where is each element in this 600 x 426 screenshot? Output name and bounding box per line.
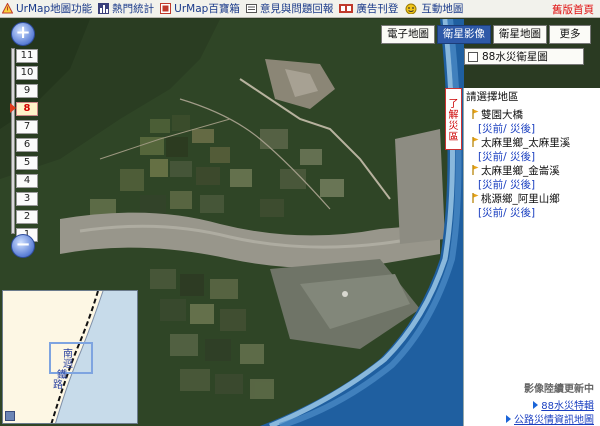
arrow-icon xyxy=(506,415,511,423)
pin-icon xyxy=(472,165,479,175)
after-link[interactable]: 災後 xyxy=(510,179,531,191)
before-link[interactable]: 災前 xyxy=(482,207,503,219)
disaster-area-tab[interactable]: 了解災區 xyxy=(445,88,462,150)
toolbar-item-label: 廣告刊登 xyxy=(356,3,399,15)
toolbar-item-interactive-map[interactable]: 互動地圖 xyxy=(404,0,463,18)
flood-layer-toggle[interactable]: 88水災衛星圖 xyxy=(464,48,584,65)
zoom-level-6[interactable]: 6 xyxy=(16,138,38,152)
toolbar-item-advertise[interactable]: 廣告刊登 xyxy=(339,0,398,18)
pin-icon xyxy=(472,137,479,147)
area-item: 桃源鄉_阿里山鄉 xyxy=(472,191,560,206)
map-type-selector: 電子地圖 衛星影像 衛星地圖 更多 xyxy=(381,25,593,44)
zoom-level-11[interactable]: 11 xyxy=(16,49,38,63)
area-name: 太麻里鄉_太麻里溪 xyxy=(481,137,571,149)
zoom-current-marker[interactable] xyxy=(10,103,16,113)
link-label: 公路災情資訊地圖 xyxy=(514,415,594,426)
overview-label: 迴 xyxy=(63,359,73,370)
area-item: 太麻里鄉_太麻里溪 xyxy=(472,135,570,150)
before-link[interactable]: 災前 xyxy=(482,123,503,135)
interactive-icon xyxy=(404,3,418,15)
flood-special-link[interactable]: 88水災特輯 xyxy=(533,397,594,412)
toolbar-item-label: UrMap地圖功能 xyxy=(16,3,93,15)
zoom-level-8[interactable]: 8 xyxy=(16,102,38,116)
zoom-control: + 11 10 9 8 7 6 5 4 3 2 1 − xyxy=(6,22,40,258)
overview-map[interactable]: 南 迴 鐵 路 xyxy=(2,290,138,424)
toolbar-item-urmap-functions[interactable]: UrMap地圖功能 xyxy=(1,0,93,18)
zoom-level-3[interactable]: 3 xyxy=(16,192,38,206)
area-links: [災前/ 災後] xyxy=(478,123,536,135)
map-type-more[interactable]: 更多 xyxy=(549,25,591,44)
zoom-track[interactable] xyxy=(11,48,15,234)
toolbar-item-label: UrMap百寶箱 xyxy=(174,3,240,15)
after-link[interactable]: 災後 xyxy=(510,123,531,135)
area-name: 太麻里鄉_金崙溪 xyxy=(481,165,560,177)
area-item: 太麻里鄉_金崙溪 xyxy=(472,163,560,178)
warning-icon xyxy=(1,2,14,14)
zoom-in-icon[interactable]: + xyxy=(11,22,35,46)
toolbar-item-label: 熱門統計 xyxy=(112,3,155,15)
panel-title: 請選擇地區 xyxy=(466,91,519,103)
feedback-icon xyxy=(245,3,257,14)
zoom-level-7[interactable]: 7 xyxy=(16,120,38,134)
area-links: [災前/ 災後] xyxy=(478,179,536,191)
zoom-level-9[interactable]: 9 xyxy=(16,84,38,98)
toolbar-item-label: 互動地圖 xyxy=(421,3,464,15)
update-notice: 影像陸續更新中 xyxy=(524,384,594,395)
toolbar-item-popular-stats[interactable]: 熱門統計 xyxy=(98,0,154,18)
bar-chart-icon xyxy=(98,3,110,14)
zoom-out-icon[interactable]: − xyxy=(11,234,35,258)
zoom-level-10[interactable]: 10 xyxy=(16,66,38,80)
flood-layer-checkbox[interactable] xyxy=(468,51,478,62)
area-item: 雙園大橋 xyxy=(472,107,523,122)
area-name: 桃源鄉_阿里山鄉 xyxy=(481,193,560,205)
after-link[interactable]: 災後 xyxy=(510,151,531,163)
area-links: [災前/ 災後] xyxy=(478,207,536,219)
zoom-level-4[interactable]: 4 xyxy=(16,174,38,188)
zoom-level-2[interactable]: 2 xyxy=(16,210,38,224)
toolbar-item-label: 意見與問題回報 xyxy=(259,3,334,15)
toolbox-icon xyxy=(160,3,172,14)
toolbar-item-toolbox[interactable]: UrMap百寶箱 xyxy=(160,0,240,18)
top-toolbar: UrMap地圖功能 熱門統計 UrMap百寶箱 意見與問題回報 廣告刊登 互動地… xyxy=(0,0,600,18)
map-type-satellite-map[interactable]: 衛星地圖 xyxy=(493,25,547,44)
pin-icon xyxy=(472,109,479,119)
road-disaster-map-link[interactable]: 公路災情資訊地圖 xyxy=(506,411,594,426)
map-type-electronic[interactable]: 電子地圖 xyxy=(381,25,435,44)
after-link[interactable]: 災後 xyxy=(510,207,531,219)
overview-toggle-icon[interactable] xyxy=(5,411,15,421)
overview-label: 路 xyxy=(53,380,63,391)
pin-icon xyxy=(472,193,479,203)
before-link[interactable]: 災前 xyxy=(482,179,503,191)
zoom-level-5[interactable]: 5 xyxy=(16,156,38,170)
area-name: 雙園大橋 xyxy=(481,109,523,121)
old-version-home-link[interactable]: 舊版首頁 xyxy=(552,2,594,17)
before-link[interactable]: 災前 xyxy=(482,151,503,163)
area-links: [災前/ 災後] xyxy=(478,151,536,163)
toolbar-item-feedback[interactable]: 意見與問題回報 xyxy=(245,0,334,18)
ad-icon xyxy=(339,3,354,14)
flood-layer-label: 88水災衛星圖 xyxy=(482,51,548,63)
arrow-icon xyxy=(533,401,539,409)
map-type-satellite-image[interactable]: 衛星影像 xyxy=(437,25,491,44)
area-panel: 請選擇地區 雙園大橋 [災前/ 災後] 太麻里鄉_太麻里溪 [災前/ 災後] 太… xyxy=(463,88,600,426)
